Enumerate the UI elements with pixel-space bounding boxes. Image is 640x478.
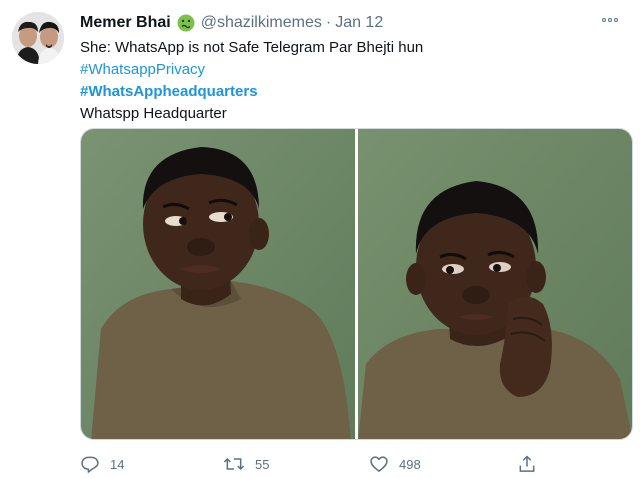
- tweet-date[interactable]: Jan 12: [335, 14, 383, 32]
- hashtag-whatsapp-headquarters[interactable]: #WhatsAppheadquarters: [80, 81, 423, 103]
- like-count: 498: [399, 456, 421, 472]
- more-options-icon[interactable]: [602, 14, 622, 26]
- separator-dot: ·: [325, 14, 332, 31]
- avatar[interactable]: [12, 12, 64, 64]
- nauseated-face-icon: [177, 14, 195, 32]
- tweet-header: Memer Bhai @shazilkimemes · Jan 12: [80, 12, 383, 34]
- handle[interactable]: @shazilkimemes: [201, 14, 322, 32]
- share-icon: [517, 454, 537, 474]
- photo-2[interactable]: [357, 129, 632, 439]
- reply-button[interactable]: 14: [80, 454, 124, 474]
- reply-icon: [80, 454, 100, 474]
- reply-count: 14: [110, 456, 125, 472]
- like-button[interactable]: 498: [369, 454, 421, 474]
- tweet-text: She: WhatsApp is not Safe Telegram Par B…: [80, 37, 423, 125]
- share-button[interactable]: [517, 454, 537, 474]
- display-name[interactable]: Memer Bhai: [80, 14, 171, 32]
- retweet-count: 55: [255, 456, 270, 472]
- photo-1[interactable]: [81, 129, 355, 439]
- tweet-line-4: Whatspp Headquarter: [80, 105, 227, 122]
- media-grid: [80, 128, 633, 440]
- hashtag-whatsapp-privacy[interactable]: #WhatsappPrivacy: [80, 59, 423, 81]
- retweet-icon: [223, 454, 245, 474]
- heart-icon: [369, 454, 389, 474]
- tweet-actions: 14 55 498: [80, 452, 550, 476]
- tweet[interactable]: Memer Bhai @shazilkimemes · Jan 12 She: …: [0, 0, 640, 478]
- tweet-line-1: She: WhatsApp is not Safe Telegram Par B…: [80, 39, 424, 56]
- retweet-button[interactable]: 55: [223, 454, 269, 474]
